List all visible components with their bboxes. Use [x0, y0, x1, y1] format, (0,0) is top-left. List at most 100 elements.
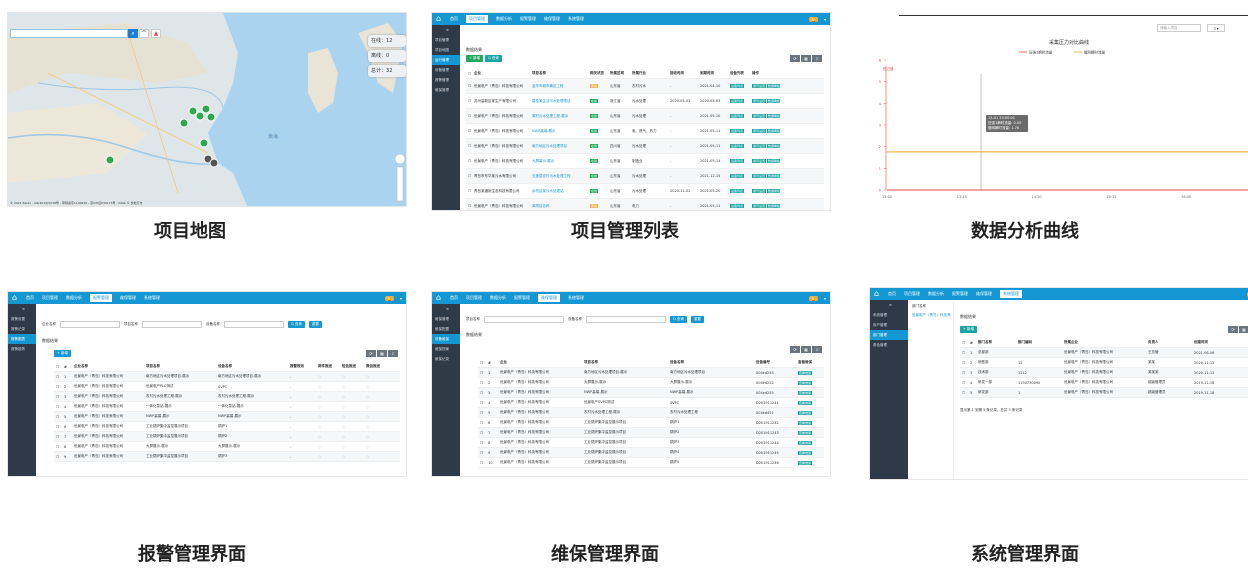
table-cell[interactable]: 某项目名称: [530, 204, 588, 209]
row-action-button[interactable]: 通讯设置: [752, 189, 767, 193]
sms-toggle[interactable]: ○: [340, 425, 364, 429]
wechat-toggle[interactable]: ○: [364, 455, 388, 459]
map-canvas[interactable]: [8, 13, 407, 207]
email-toggle[interactable]: ○: [316, 425, 340, 429]
sidebar-item-5[interactable]: 维保管理: [432, 85, 460, 95]
view-maint-button[interactable]: 查看维保: [798, 450, 813, 455]
nav-alarm[interactable]: 报警管理: [952, 291, 968, 297]
export-icon[interactable]: ⇩: [812, 55, 822, 62]
table-row[interactable]: ☐ 4 优景电产（青岛）科技有限公司 优景电产SVPC测试 SVPC D201911241…: [478, 398, 824, 408]
table-row[interactable]: ☐ 2 优景电产（青岛）科技有限公司 优景电产PLC测试 SVPC - ○ ○ ○: [54, 382, 400, 392]
nav-system[interactable]: 系统管理: [568, 16, 584, 22]
query-button[interactable]: Q 查询: [670, 316, 687, 323]
email-toggle[interactable]: ○: [316, 405, 340, 409]
row-action-button[interactable]: 通讯设置: [752, 174, 767, 178]
refresh-icon[interactable]: ⟳: [790, 55, 800, 62]
table-row[interactable]: ☐ 5 研发部 1 优景电产（青岛）科技有限公司 超级管理员 2019-11-18: [960, 388, 1248, 398]
sms-toggle[interactable]: ○: [340, 435, 364, 439]
sidebar-item-3[interactable]: 维保档案: [432, 344, 460, 354]
table-row[interactable]: ☐ 优景电产（青岛）科技有限公司 NWP高端-展示 在线 山东省 电、燃气、热力 -2021…: [466, 124, 824, 139]
email-toggle[interactable]: ○: [316, 415, 340, 419]
row-checkbox[interactable]: ☐: [54, 405, 62, 409]
project-filter-input[interactable]: [484, 316, 564, 323]
row-checkbox[interactable]: ☐: [478, 461, 486, 465]
export-icon[interactable]: ⇩: [388, 350, 398, 357]
bell-icon[interactable]: 🔔: [809, 16, 818, 22]
home-icon[interactable]: ⌂: [12, 293, 22, 303]
sidebar-item-2[interactable]: 设备维保: [432, 334, 460, 344]
nav-home[interactable]: 首页: [888, 291, 896, 297]
row-action-button[interactable]: 数据看板: [767, 129, 780, 133]
sms-toggle[interactable]: ○: [340, 405, 364, 409]
nav-home[interactable]: 首页: [450, 295, 458, 301]
device-list-button[interactable]: 设备列表: [730, 174, 745, 178]
row-action-button[interactable]: 数据看板: [767, 174, 780, 178]
email-toggle[interactable]: ○: [316, 375, 340, 379]
table-row[interactable]: ☐ 8 优景电产（青岛）科技有限公司 大屏展示-展示 大屏展示-展示 - ○ ○ ○: [54, 442, 400, 452]
email-toggle[interactable]: ○: [316, 445, 340, 449]
nav-system[interactable]: 系统管理: [568, 295, 584, 301]
nav-project[interactable]: 项目管理: [466, 295, 482, 301]
bell-icon[interactable]: 🔔: [809, 295, 818, 301]
columns-icon[interactable]: ▦: [1239, 326, 1248, 333]
wechat-toggle[interactable]: ○: [364, 405, 388, 409]
table-row[interactable]: ☐ 青岛市东华某污水有限公司 五莲县农村污水处理工程 在线 山东省 污水处理 -2021-1…: [466, 169, 824, 184]
device-list-button[interactable]: 设备列表: [730, 144, 745, 148]
sidebar-collapse[interactable]: ≡: [432, 25, 460, 35]
table-row[interactable]: ☐ 3 优景电产（青岛）科技有限公司 NWP高端-展示 NWP高端-展示 004ed255…: [478, 388, 824, 398]
view-maint-button[interactable]: 查看维保: [798, 400, 813, 405]
home-icon[interactable]: ⌂: [436, 293, 446, 303]
sidebar-item-0[interactable]: 系统管理: [870, 310, 908, 320]
table-row[interactable]: ☐ 9 优景电产（青岛）科技有限公司 工业锅炉集中监控展示项目 锅炉3- ○ ○ ○: [54, 452, 400, 462]
view-maint-button[interactable]: 查看维保: [798, 370, 813, 375]
add-button[interactable]: + 新增: [960, 326, 978, 333]
device-list-button[interactable]: 设备列表: [730, 84, 745, 88]
view-maint-button[interactable]: 查看维保: [798, 390, 813, 395]
wechat-toggle[interactable]: ○: [364, 445, 388, 449]
table-row[interactable]: ☐ 3 技术部 1212 优景电产（青岛）科技有限公司 某某某 2020-11-12: [960, 368, 1248, 378]
table-cell[interactable]: 大屏幕示-展示: [530, 159, 588, 164]
row-action-button[interactable]: 数据看板: [767, 159, 780, 163]
device-list-button[interactable]: 设备列表: [730, 99, 745, 103]
refresh-icon[interactable]: ⟳: [366, 350, 376, 357]
row-checkbox[interactable]: ☐: [54, 395, 62, 399]
nav-project[interactable]: 项目管理: [904, 291, 920, 297]
nav-maint[interactable]: 维保管理: [120, 295, 136, 301]
row-action-button[interactable]: 通讯设置: [752, 159, 767, 163]
nav-alarm[interactable]: 报警管理: [520, 16, 536, 22]
row-checkbox[interactable]: ☐: [478, 401, 486, 405]
row-action-button[interactable]: 通讯设置: [752, 114, 767, 118]
sms-toggle[interactable]: ○: [340, 385, 364, 389]
table-cell[interactable]: 碧桂某生活污水处理项目: [530, 99, 588, 104]
columns-icon[interactable]: ▦: [377, 350, 387, 357]
nav-project[interactable]: 项目管理: [466, 15, 488, 23]
device-list-button[interactable]: 设备列表: [730, 114, 745, 118]
bell-icon[interactable]: 🔔: [385, 295, 394, 301]
table-row[interactable]: ☐ 优景电产（青岛）科技有限公司 南方地区污水处理项目 在线 四川省 污水处理 -2021-…: [466, 139, 824, 154]
table-row[interactable]: ☐ 7 优景电产（青岛）科技有限公司 工业锅炉集中监控展示项目 锅炉2- ○ ○ ○: [54, 432, 400, 442]
table-row[interactable]: ☐ 3 优景电产（青岛）科技有限公司 农村污水处理工程-展示 农村污水处理工程-展示 - ○…: [54, 392, 400, 402]
user-menu[interactable]: ▾: [824, 296, 826, 301]
table-row[interactable]: ☐ 2 销售部 12 优景电产（青岛）科技有限公司 某某 2020-11-12: [960, 358, 1248, 368]
table-row[interactable]: ☐ 5 优景电产（青岛）科技有限公司 NWP高端-展示 NWP高端-展示 - ○ ○ ○: [54, 412, 400, 422]
table-row[interactable]: ☐ 1 优景电产（青岛）科技有限公司 南方地区污水处理项目-展示 南方地区污水处理项目-…: [54, 372, 400, 382]
table-cell[interactable]: NWP高端-展示: [530, 129, 588, 134]
sidebar-item-2[interactable]: 部门管理: [870, 330, 908, 340]
nav-alarm[interactable]: 报警管理: [90, 294, 112, 302]
sms-toggle[interactable]: ○: [340, 445, 364, 449]
refresh-icon[interactable]: ⟳: [1228, 326, 1238, 333]
row-checkbox[interactable]: ☐: [478, 421, 486, 425]
row-action-button[interactable]: 数据看板: [767, 204, 780, 208]
query-button[interactable]: Q 查询: [485, 55, 502, 62]
row-action-button[interactable]: 通讯设置: [752, 84, 767, 88]
reset-button[interactable]: 重置: [308, 321, 322, 328]
map-search-box[interactable]: [10, 29, 128, 38]
nav-project[interactable]: 项目管理: [42, 295, 58, 301]
row-checkbox[interactable]: ☐: [54, 385, 62, 389]
view-maint-button[interactable]: 查看维保: [798, 410, 813, 415]
row-checkbox[interactable]: ☐: [54, 415, 62, 419]
reset-button[interactable]: 重置: [690, 316, 704, 323]
nav-alarm[interactable]: 报警管理: [514, 295, 530, 301]
nav-analysis[interactable]: 数据分析: [66, 295, 82, 301]
table-row[interactable]: ☐ 青岛某通用生态科技有限公司 余杭区某污水处理站 在线 山东省 污水处理 2020-11-…: [466, 184, 824, 199]
